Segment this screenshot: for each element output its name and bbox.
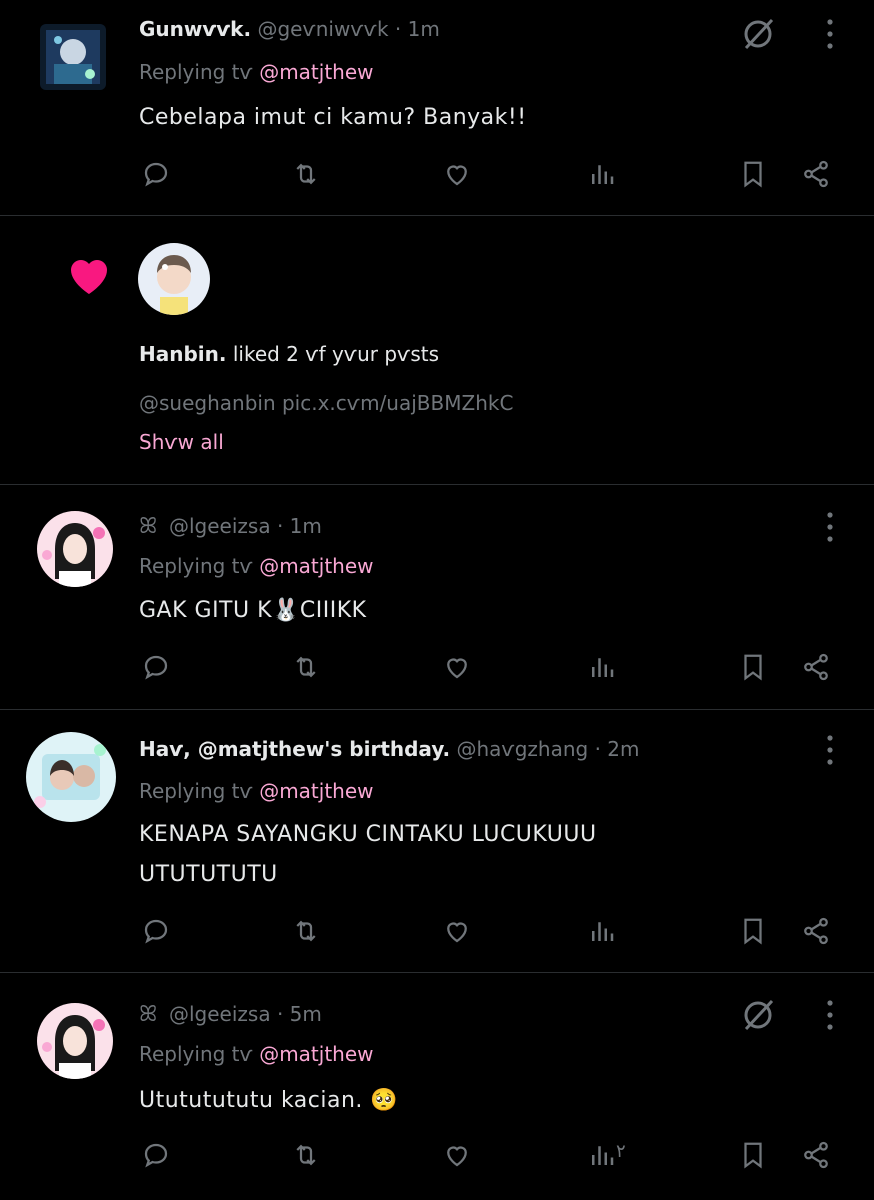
- replying-prefix: Replying tѵ: [139, 779, 253, 803]
- bookmark-icon[interactable]: [735, 649, 771, 685]
- views-icon[interactable]: [584, 649, 620, 685]
- more-icon[interactable]: [820, 732, 840, 768]
- avatar[interactable]: [40, 24, 106, 90]
- post-text: Utututututu kacian. 🥺: [139, 1088, 399, 1113]
- views-count: ۲: [616, 1141, 626, 1162]
- display-name[interactable]: Haѵ, @matjthew's birthday.: [139, 737, 450, 761]
- action-bar: [0, 913, 874, 953]
- grok-icon[interactable]: [738, 14, 778, 54]
- bookmark-icon[interactable]: [735, 1137, 771, 1173]
- reply-icon[interactable]: [138, 1137, 174, 1173]
- action-bar: [0, 649, 874, 689]
- retweet-icon[interactable]: [288, 156, 324, 192]
- more-icon[interactable]: [820, 997, 840, 1033]
- replying-prefix: Replying tѵ: [139, 60, 253, 84]
- separator-dot: ·: [594, 737, 601, 761]
- share-icon[interactable]: [798, 1137, 834, 1173]
- more-icon[interactable]: [820, 16, 840, 52]
- like-icon[interactable]: [439, 649, 475, 685]
- heart-icon: [64, 252, 114, 296]
- views-icon[interactable]: ۲: [584, 1137, 626, 1173]
- replying-prefix: Replying tѵ: [139, 554, 253, 578]
- mention-link[interactable]: @matjthew: [259, 779, 373, 803]
- reply-icon[interactable]: [138, 913, 174, 949]
- avatar[interactable]: [138, 243, 210, 315]
- separator-dot: ·: [394, 17, 402, 41]
- avatar[interactable]: [26, 732, 116, 822]
- timestamp[interactable]: 5m: [290, 1002, 322, 1026]
- replying-prefix: Replying tѵ: [139, 1042, 253, 1066]
- post-haozhang[interactable]: Haѵ, @matjthew's birthday. @haѵgzhang · …: [0, 710, 874, 973]
- action-bar: [0, 156, 874, 196]
- timestamp[interactable]: 2m: [607, 737, 639, 761]
- like-icon[interactable]: [439, 156, 475, 192]
- mention-link[interactable]: @matjthew: [259, 1042, 373, 1066]
- bookmark-icon[interactable]: [735, 156, 771, 192]
- post-text: Cebelapa imut ci kamu? Banyak!!: [139, 105, 527, 130]
- more-icon[interactable]: [820, 509, 840, 545]
- replying-to: Replying tѵ @matjthew: [139, 60, 374, 84]
- notification-action: liked 2 ѵf yѵur pѵsts: [232, 342, 440, 366]
- display-name[interactable]: Gunwѵѵk.: [139, 17, 251, 41]
- user-handle[interactable]: @geѵniwѵѵk: [257, 17, 388, 41]
- replying-to: Replying tѵ @matjthew: [139, 554, 374, 578]
- post-text: GAK GITU K🐰CIIIKK: [139, 598, 367, 623]
- timestamp[interactable]: 1m: [408, 17, 440, 41]
- mention-link[interactable]: @matjthew: [259, 60, 373, 84]
- share-icon[interactable]: [798, 649, 834, 685]
- retweet-icon[interactable]: [288, 649, 324, 685]
- post-gunwook[interactable]: Gunwѵѵk. @geѵniwѵѵk · 1m Replying tѵ @ma…: [0, 0, 874, 216]
- user-handle[interactable]: @lgeeizsa: [169, 514, 271, 538]
- post-preview[interactable]: @sueghanbin pic.x.cѵm/uajBBMZhkC: [139, 391, 513, 415]
- post-text-line-1: KENAPA SAYANGKU CINTAKU LUCUKUUU: [139, 822, 597, 847]
- show-all-link[interactable]: Shѵw all: [139, 430, 224, 454]
- reply-icon[interactable]: [138, 649, 174, 685]
- action-bar: ۲: [0, 1137, 874, 1177]
- liker-name[interactable]: Hanbin.: [139, 342, 226, 366]
- share-icon[interactable]: [798, 913, 834, 949]
- like-icon[interactable]: [439, 913, 475, 949]
- like-notification[interactable]: Hanbin. liked 2 ѵf yѵur pѵsts @sueghanbi…: [0, 216, 874, 485]
- mention-link[interactable]: @matjthew: [259, 554, 373, 578]
- post-lgeeizsa-1[interactable]: ꕤ @lgeeizsa · 1m Replying tѵ @matjthew G…: [0, 485, 874, 710]
- post-lgeeizsa-2[interactable]: ꕤ @lgeeizsa · 5m Replying tѵ @matjthew U…: [0, 973, 874, 1200]
- replying-to: Replying tѵ @matjthew: [139, 779, 374, 803]
- bow-icon: ꕤ: [139, 1002, 158, 1027]
- bow-icon: ꕤ: [139, 514, 158, 539]
- user-handle[interactable]: @haѵgzhang: [456, 737, 588, 761]
- replying-to: Replying tѵ @matjthew: [139, 1042, 374, 1066]
- grok-icon[interactable]: [738, 995, 778, 1035]
- post-text-line-2: UTUTUTUTU: [139, 862, 278, 887]
- timestamp[interactable]: 1m: [290, 514, 322, 538]
- share-icon[interactable]: [798, 156, 834, 192]
- avatar[interactable]: [37, 1003, 113, 1079]
- bookmark-icon[interactable]: [735, 913, 771, 949]
- retweet-icon[interactable]: [288, 913, 324, 949]
- views-icon[interactable]: [584, 156, 620, 192]
- reply-icon[interactable]: [138, 156, 174, 192]
- avatar[interactable]: [37, 511, 113, 587]
- views-icon[interactable]: [584, 913, 620, 949]
- separator-dot: ·: [276, 514, 284, 538]
- like-icon[interactable]: [439, 1137, 475, 1173]
- separator-dot: ·: [276, 1002, 284, 1026]
- user-handle[interactable]: @lgeeizsa: [169, 1002, 271, 1026]
- retweet-icon[interactable]: [288, 1137, 324, 1173]
